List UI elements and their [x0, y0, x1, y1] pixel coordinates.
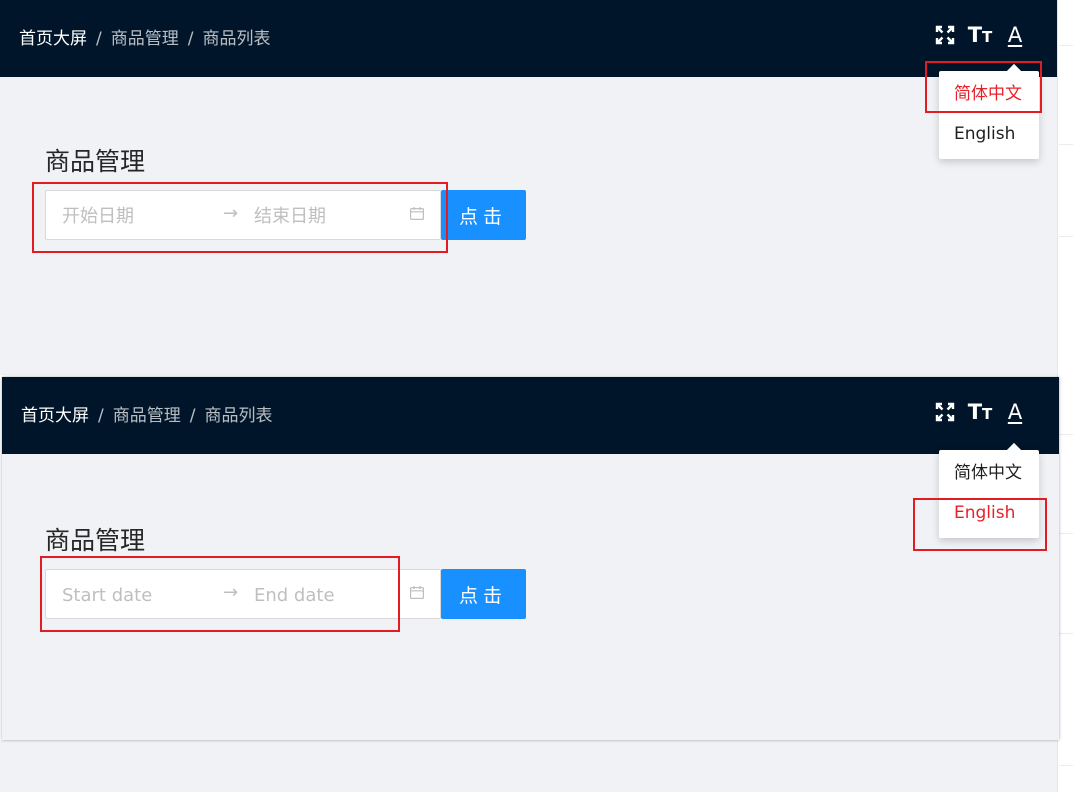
- arrow-right-icon: →: [223, 203, 239, 224]
- section-title: 商品管理: [45, 147, 146, 176]
- divider: [1059, 533, 1073, 534]
- breadcrumb-product-management[interactable]: 商品管理: [111, 29, 179, 49]
- breadcrumb: 首页大屏 / 商品管理 / 商品列表: [21, 401, 272, 426]
- language-option-en[interactable]: English: [939, 114, 1039, 154]
- language-option-en[interactable]: English: [939, 493, 1039, 533]
- breadcrumb-product-management[interactable]: 商品管理: [113, 406, 181, 426]
- top-header: 首页大屏 / 商品管理 / 商品列表 TT A: [2, 377, 1059, 454]
- language-dropdown: 简体中文 English: [939, 71, 1039, 159]
- fullscreen-icon: [935, 402, 955, 422]
- section-title: 商品管理: [45, 526, 146, 555]
- breadcrumb-separator: /: [98, 406, 104, 426]
- end-date-input[interactable]: [252, 191, 406, 241]
- background-page-edge: [1057, 0, 1073, 792]
- end-date-input[interactable]: [252, 570, 406, 620]
- breadcrumb-separator: /: [189, 406, 196, 426]
- date-range-picker[interactable]: →: [45, 190, 441, 241]
- calendar-icon: [410, 586, 424, 599]
- breadcrumb: 首页大屏 / 商品管理 / 商品列表: [19, 24, 270, 49]
- breadcrumb-separator: /: [187, 29, 194, 49]
- submit-button[interactable]: 点击: [441, 569, 526, 619]
- language-option-zh[interactable]: 简体中文: [939, 74, 1039, 114]
- language-icon: A: [1007, 23, 1023, 47]
- breadcrumb-separator: /: [96, 29, 102, 49]
- calendar-icon: [410, 207, 424, 220]
- breadcrumb-product-list: 商品列表: [202, 29, 271, 49]
- divider: [1059, 633, 1073, 634]
- submit-button[interactable]: 点击: [441, 190, 526, 240]
- language-button[interactable]: A: [1004, 22, 1026, 48]
- language-option-zh[interactable]: 简体中文: [939, 453, 1039, 493]
- start-date-input[interactable]: [60, 191, 214, 241]
- breadcrumb-home[interactable]: 首页大屏: [19, 29, 87, 49]
- background-area: [0, 740, 1057, 792]
- divider: [1059, 236, 1073, 237]
- screenshot-panel-english: 首页大屏/商品管理/商品列表 TT A 简体中文 English 商品管理 → …: [2, 377, 1059, 740]
- start-date-input[interactable]: [60, 570, 214, 620]
- fullscreen-button[interactable]: [934, 399, 956, 425]
- arrow-right-icon: →: [223, 582, 239, 603]
- language-icon: A: [1007, 400, 1023, 424]
- font-size-icon: TT: [967, 23, 993, 47]
- top-header: 首页大屏 / 商品管理 / 商品列表 TT A: [0, 0, 1057, 77]
- font-size-button[interactable]: TT: [967, 22, 993, 48]
- fullscreen-button[interactable]: [934, 22, 956, 48]
- divider: [1059, 434, 1073, 435]
- font-size-button[interactable]: TT: [967, 399, 993, 425]
- divider: [1059, 45, 1073, 46]
- font-size-icon: TT: [967, 400, 993, 424]
- divider: [1059, 144, 1073, 145]
- divider: [1059, 765, 1073, 766]
- language-button[interactable]: A: [1004, 399, 1026, 425]
- fullscreen-icon: [935, 25, 955, 45]
- language-dropdown: 简体中文 English: [939, 450, 1039, 538]
- screenshot-panel-chinese: 首页大屏/商品管理/商品列表 TT A 简体中文 English 商品管理 → …: [0, 0, 1057, 375]
- breadcrumb-home[interactable]: 首页大屏: [21, 406, 89, 426]
- breadcrumb-product-list: 商品列表: [204, 406, 273, 426]
- date-range-picker[interactable]: →: [45, 569, 441, 620]
